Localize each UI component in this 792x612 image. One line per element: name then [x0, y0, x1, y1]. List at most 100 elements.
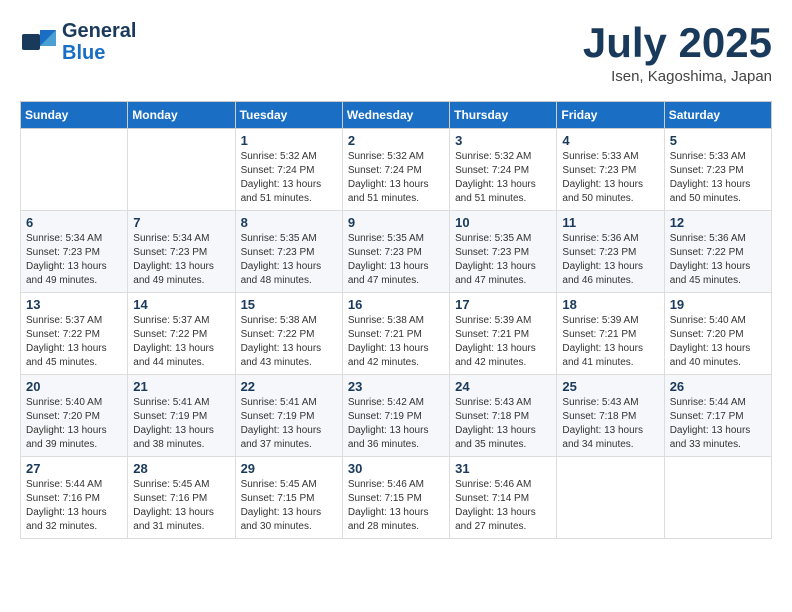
day-info: Sunrise: 5:32 AM Sunset: 7:24 PM Dayligh… — [241, 150, 337, 206]
day-info: Sunrise: 5:35 AM Sunset: 7:23 PM Dayligh… — [241, 232, 337, 288]
calendar-week-row: 20Sunrise: 5:40 AM Sunset: 7:20 PM Dayli… — [21, 375, 772, 457]
day-number: 6 — [26, 215, 122, 230]
day-info: Sunrise: 5:44 AM Sunset: 7:17 PM Dayligh… — [670, 396, 766, 452]
day-info: Sunrise: 5:34 AM Sunset: 7:23 PM Dayligh… — [133, 232, 229, 288]
weekday-header: Tuesday — [235, 102, 342, 129]
calendar-header-row: SundayMondayTuesdayWednesdayThursdayFrid… — [21, 102, 772, 129]
calendar-cell: 2 Sunrise: 5:32 AM Sunset: 7:24 PM Daylig… — [342, 129, 449, 211]
calendar-cell: 15 Sunrise: 5:38 AM Sunset: 7:22 PM Dayli… — [235, 293, 342, 375]
calendar-cell — [557, 457, 664, 539]
calendar-cell: 6Sunrise: 5:34 AM Sunset: 7:23 PM Daylig… — [21, 211, 128, 293]
calendar-cell: 5 Sunrise: 5:33 AM Sunset: 7:23 PM Daylig… — [664, 129, 771, 211]
calendar-cell: 13 Sunrise: 5:37 AM Sunset: 7:22 PM Dayli… — [21, 293, 128, 375]
calendar-cell: 23 Sunrise: 5:42 AM Sunset: 7:19 PM Dayli… — [342, 375, 449, 457]
day-info: Sunrise: 5:43 AM Sunset: 7:18 PM Dayligh… — [455, 396, 551, 452]
day-number: 8 — [241, 215, 337, 230]
calendar-cell: 31Sunrise: 5:46 AM Sunset: 7:14 PM Dayli… — [450, 457, 557, 539]
day-info: Sunrise: 5:37 AM Sunset: 7:22 PM Dayligh… — [133, 314, 229, 370]
day-number: 9 — [348, 215, 444, 230]
day-number: 23 — [348, 379, 444, 394]
weekday-header: Thursday — [450, 102, 557, 129]
calendar-cell: 1 Sunrise: 5:32 AM Sunset: 7:24 PM Daylig… — [235, 129, 342, 211]
calendar-cell: 25 Sunrise: 5:43 AM Sunset: 7:18 PM Dayli… — [557, 375, 664, 457]
calendar-cell: 22 Sunrise: 5:41 AM Sunset: 7:19 PM Dayli… — [235, 375, 342, 457]
day-info: Sunrise: 5:39 AM Sunset: 7:21 PM Dayligh… — [562, 314, 658, 370]
day-number: 21 — [133, 379, 229, 394]
day-info: Sunrise: 5:43 AM Sunset: 7:18 PM Dayligh… — [562, 396, 658, 452]
day-number: 17 — [455, 297, 551, 312]
calendar-cell: 28 Sunrise: 5:45 AM Sunset: 7:16 PM Dayli… — [128, 457, 235, 539]
calendar-week-row: 1 Sunrise: 5:32 AM Sunset: 7:24 PM Daylig… — [21, 129, 772, 211]
calendar-cell: 11 Sunrise: 5:36 AM Sunset: 7:23 PM Dayli… — [557, 211, 664, 293]
calendar-cell: 18Sunrise: 5:39 AM Sunset: 7:21 PM Dayli… — [557, 293, 664, 375]
day-info: Sunrise: 5:41 AM Sunset: 7:19 PM Dayligh… — [133, 396, 229, 452]
day-info: Sunrise: 5:32 AM Sunset: 7:24 PM Dayligh… — [348, 150, 444, 206]
day-info: Sunrise: 5:46 AM Sunset: 7:14 PM Dayligh… — [455, 478, 551, 534]
weekday-header: Saturday — [664, 102, 771, 129]
calendar-cell: 8 Sunrise: 5:35 AM Sunset: 7:23 PM Daylig… — [235, 211, 342, 293]
logo-blue: Blue — [62, 42, 136, 64]
day-number: 20 — [26, 379, 122, 394]
weekday-header: Monday — [128, 102, 235, 129]
day-number: 5 — [670, 133, 766, 148]
logo: General Blue — [20, 20, 136, 64]
day-number: 12 — [670, 215, 766, 230]
day-info: Sunrise: 5:41 AM Sunset: 7:19 PM Dayligh… — [241, 396, 337, 452]
day-number: 22 — [241, 379, 337, 394]
day-info: Sunrise: 5:37 AM Sunset: 7:22 PM Dayligh… — [26, 314, 122, 370]
weekday-header: Sunday — [21, 102, 128, 129]
calendar-cell: 9 Sunrise: 5:35 AM Sunset: 7:23 PM Daylig… — [342, 211, 449, 293]
day-info: Sunrise: 5:40 AM Sunset: 7:20 PM Dayligh… — [670, 314, 766, 370]
location-title: Isen, Kagoshima, Japan — [583, 68, 772, 85]
day-info: Sunrise: 5:45 AM Sunset: 7:15 PM Dayligh… — [241, 478, 337, 534]
calendar-cell: 19 Sunrise: 5:40 AM Sunset: 7:20 PM Dayli… — [664, 293, 771, 375]
calendar-cell: 20Sunrise: 5:40 AM Sunset: 7:20 PM Dayli… — [21, 375, 128, 457]
day-number: 27 — [26, 461, 122, 476]
day-number: 19 — [670, 297, 766, 312]
day-number: 3 — [455, 133, 551, 148]
calendar-cell: 14 Sunrise: 5:37 AM Sunset: 7:22 PM Dayli… — [128, 293, 235, 375]
month-title: July 2025 — [583, 20, 772, 66]
day-number: 7 — [133, 215, 229, 230]
calendar-table: SundayMondayTuesdayWednesdayThursdayFrid… — [20, 101, 772, 539]
day-number: 14 — [133, 297, 229, 312]
logo-icon — [20, 26, 58, 58]
day-number: 16 — [348, 297, 444, 312]
day-number: 15 — [241, 297, 337, 312]
day-info: Sunrise: 5:35 AM Sunset: 7:23 PM Dayligh… — [455, 232, 551, 288]
day-number: 30 — [348, 461, 444, 476]
weekday-header: Wednesday — [342, 102, 449, 129]
day-info: Sunrise: 5:38 AM Sunset: 7:21 PM Dayligh… — [348, 314, 444, 370]
calendar-cell: 4 Sunrise: 5:33 AM Sunset: 7:23 PM Daylig… — [557, 129, 664, 211]
calendar-cell — [21, 129, 128, 211]
day-info: Sunrise: 5:33 AM Sunset: 7:23 PM Dayligh… — [562, 150, 658, 206]
calendar-cell: 21 Sunrise: 5:41 AM Sunset: 7:19 PM Dayli… — [128, 375, 235, 457]
day-info: Sunrise: 5:35 AM Sunset: 7:23 PM Dayligh… — [348, 232, 444, 288]
day-number: 1 — [241, 133, 337, 148]
calendar-cell: 12 Sunrise: 5:36 AM Sunset: 7:22 PM Dayli… — [664, 211, 771, 293]
day-number: 11 — [562, 215, 658, 230]
day-number: 25 — [562, 379, 658, 394]
page-header: General Blue July 2025 Isen, Kagoshima, … — [20, 20, 772, 85]
day-info: Sunrise: 5:36 AM Sunset: 7:23 PM Dayligh… — [562, 232, 658, 288]
calendar-cell: 16 Sunrise: 5:38 AM Sunset: 7:21 PM Dayli… — [342, 293, 449, 375]
day-number: 2 — [348, 133, 444, 148]
day-number: 28 — [133, 461, 229, 476]
day-info: Sunrise: 5:42 AM Sunset: 7:19 PM Dayligh… — [348, 396, 444, 452]
calendar-cell — [128, 129, 235, 211]
calendar-cell: 7 Sunrise: 5:34 AM Sunset: 7:23 PM Daylig… — [128, 211, 235, 293]
day-number: 4 — [562, 133, 658, 148]
calendar-cell: 24 Sunrise: 5:43 AM Sunset: 7:18 PM Dayli… — [450, 375, 557, 457]
day-number: 24 — [455, 379, 551, 394]
day-info: Sunrise: 5:33 AM Sunset: 7:23 PM Dayligh… — [670, 150, 766, 206]
day-number: 29 — [241, 461, 337, 476]
title-area: July 2025 Isen, Kagoshima, Japan — [583, 20, 772, 85]
day-info: Sunrise: 5:46 AM Sunset: 7:15 PM Dayligh… — [348, 478, 444, 534]
day-info: Sunrise: 5:45 AM Sunset: 7:16 PM Dayligh… — [133, 478, 229, 534]
day-number: 13 — [26, 297, 122, 312]
calendar-cell: 3Sunrise: 5:32 AM Sunset: 7:24 PM Daylig… — [450, 129, 557, 211]
day-info: Sunrise: 5:38 AM Sunset: 7:22 PM Dayligh… — [241, 314, 337, 370]
day-info: Sunrise: 5:39 AM Sunset: 7:21 PM Dayligh… — [455, 314, 551, 370]
day-info: Sunrise: 5:36 AM Sunset: 7:22 PM Dayligh… — [670, 232, 766, 288]
calendar-week-row: 27Sunrise: 5:44 AM Sunset: 7:16 PM Dayli… — [21, 457, 772, 539]
